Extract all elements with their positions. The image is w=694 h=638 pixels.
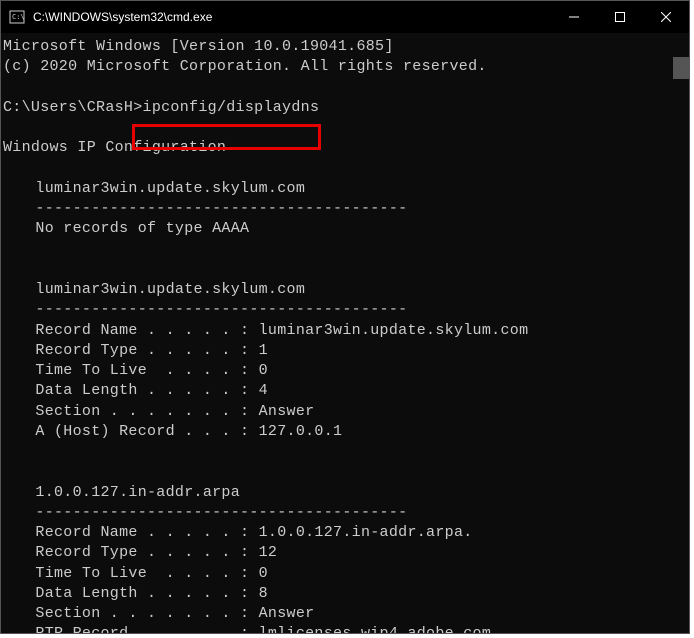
terminal-line: Time To Live . . . . : 0 <box>3 361 671 381</box>
scrollbar[interactable] <box>673 33 689 633</box>
minimize-button[interactable] <box>551 1 597 33</box>
svg-text:C:\: C:\ <box>12 13 25 21</box>
terminal-line: ---------------------------------------- <box>3 300 671 320</box>
terminal-line: Record Type . . . . . : 1 <box>3 341 671 361</box>
terminal-line: Section . . . . . . . : Answer <box>3 402 671 422</box>
terminal-area: Microsoft Windows [Version 10.0.19041.68… <box>1 33 689 633</box>
terminal-line: Section . . . . . . . : Answer <box>3 604 671 624</box>
terminal-line: PTR Record . . . . . : lmlicenses.wip4.a… <box>3 624 671 633</box>
terminal-line: ---------------------------------------- <box>3 199 671 219</box>
cmd-icon: C:\ <box>9 9 25 25</box>
terminal-line <box>3 159 671 179</box>
maximize-button[interactable] <box>597 1 643 33</box>
terminal-line: ---------------------------------------- <box>3 503 671 523</box>
terminal-line <box>3 442 671 462</box>
terminal-line <box>3 462 671 482</box>
terminal-line: Record Type . . . . . : 12 <box>3 543 671 563</box>
scrollbar-thumb[interactable] <box>673 57 689 79</box>
titlebar[interactable]: C:\ C:\WINDOWS\system32\cmd.exe <box>1 1 689 33</box>
terminal-line: 1.0.0.127.in-addr.arpa <box>3 483 671 503</box>
terminal-line: A (Host) Record . . . : 127.0.0.1 <box>3 422 671 442</box>
close-button[interactable] <box>643 1 689 33</box>
terminal-line <box>3 260 671 280</box>
terminal-line <box>3 78 671 98</box>
prompt-line: C:\Users\CRasH>ipconfig/displaydns <box>3 98 671 118</box>
terminal-line: Data Length . . . . . : 4 <box>3 381 671 401</box>
terminal-line: Data Length . . . . . : 8 <box>3 584 671 604</box>
terminal-line: No records of type AAAA <box>3 219 671 239</box>
window-controls <box>551 1 689 33</box>
cmd-window: C:\ C:\WINDOWS\system32\cmd.exe Microsof… <box>0 0 690 634</box>
terminal-line <box>3 118 671 138</box>
terminal-line: luminar3win.update.skylum.com <box>3 280 671 300</box>
terminal-line: Record Name . . . . . : 1.0.0.127.in-add… <box>3 523 671 543</box>
terminal-output[interactable]: Microsoft Windows [Version 10.0.19041.68… <box>1 33 673 633</box>
prompt-command: ipconfig/displaydns <box>143 99 320 116</box>
terminal-line: luminar3win.update.skylum.com <box>3 179 671 199</box>
terminal-line: Windows IP Configuration <box>3 138 671 158</box>
terminal-line <box>3 240 671 260</box>
prompt-path: C:\Users\CRasH> <box>3 99 143 116</box>
terminal-line: Time To Live . . . . : 0 <box>3 564 671 584</box>
terminal-line: Record Name . . . . . : luminar3win.upda… <box>3 321 671 341</box>
titlebar-title: C:\WINDOWS\system32\cmd.exe <box>33 10 551 24</box>
terminal-line: (c) 2020 Microsoft Corporation. All righ… <box>3 57 671 77</box>
terminal-line: Microsoft Windows [Version 10.0.19041.68… <box>3 37 671 57</box>
